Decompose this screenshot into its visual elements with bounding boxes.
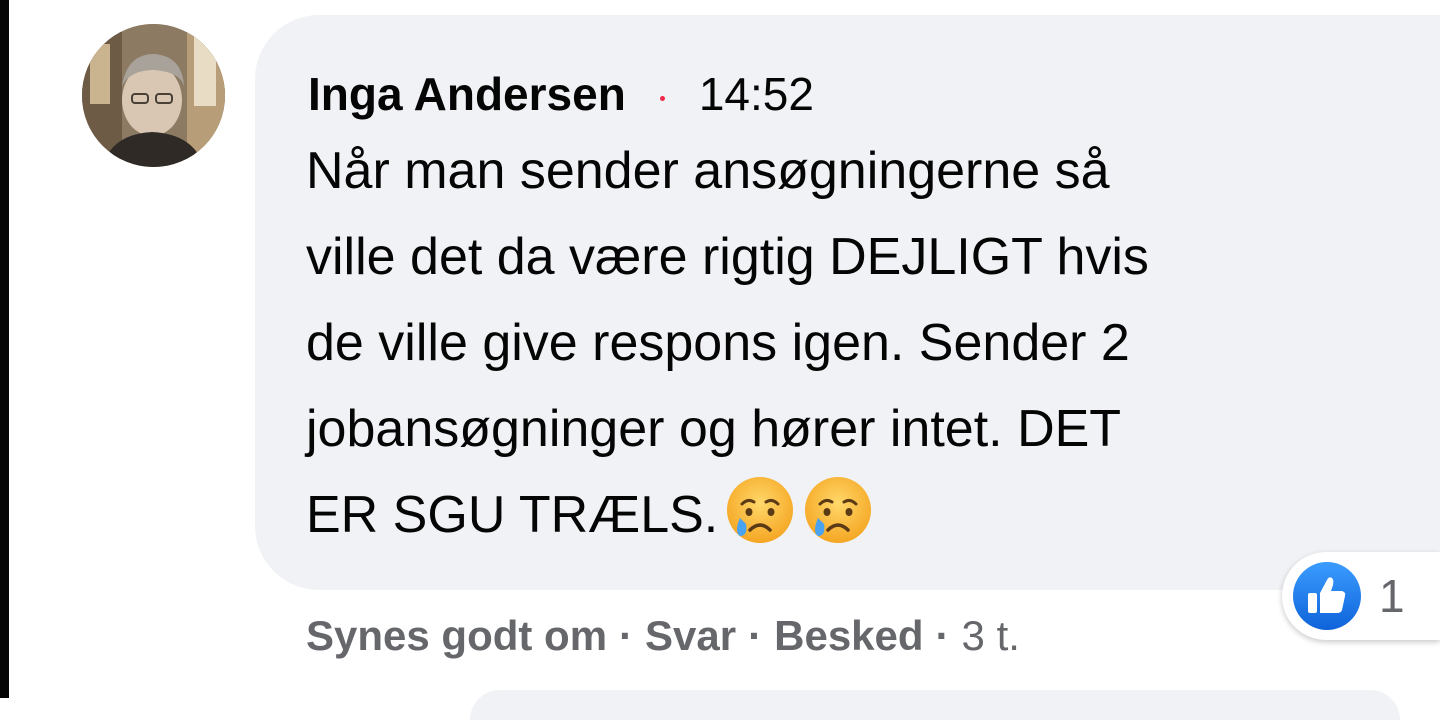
window-left-edge [0,0,9,698]
comment-actions: Synes godt om · Svar · Besked · 3 t. [306,606,1020,666]
separator: · [935,612,950,659]
like-button[interactable]: Synes godt om [306,612,607,660]
avatar-photo-icon [82,24,225,167]
separator: · [619,612,634,659]
separator-dot [659,95,665,101]
comment-line: jobansøgninger og hører intet. DET [306,400,1122,458]
message-button[interactable]: Besked [774,612,923,660]
comment-line-last: ER SGU TRÆLS. [306,472,1416,558]
comment-line: de ville give respons igen. Sender 2 [306,314,1130,372]
avatar[interactable] [82,24,225,167]
reaction-summary[interactable]: 1 [1282,552,1440,640]
crying-face-icon [724,474,796,546]
comment-header: Inga Andersen 14:52 [308,64,814,124]
comment-line: ER SGU TRÆLS. [306,486,719,544]
crying-face-icon [802,474,874,546]
comment-line: Når man sender ansøgningerne så [306,142,1110,200]
next-comment-bubble [470,690,1400,720]
comment-age[interactable]: 3 t. [962,612,1020,660]
like-icon [1291,560,1363,632]
comment-text: Når man sender ansøgningerne så ville de… [306,128,1416,558]
timestamp[interactable]: 14:52 [699,67,814,121]
comment-line: ville det da være rigtig DEJLIGT hvis [306,228,1149,286]
reaction-count: 1 [1379,570,1405,622]
separator: · [748,612,763,659]
reply-button[interactable]: Svar [645,612,736,660]
author-name[interactable]: Inga Andersen [308,67,626,121]
